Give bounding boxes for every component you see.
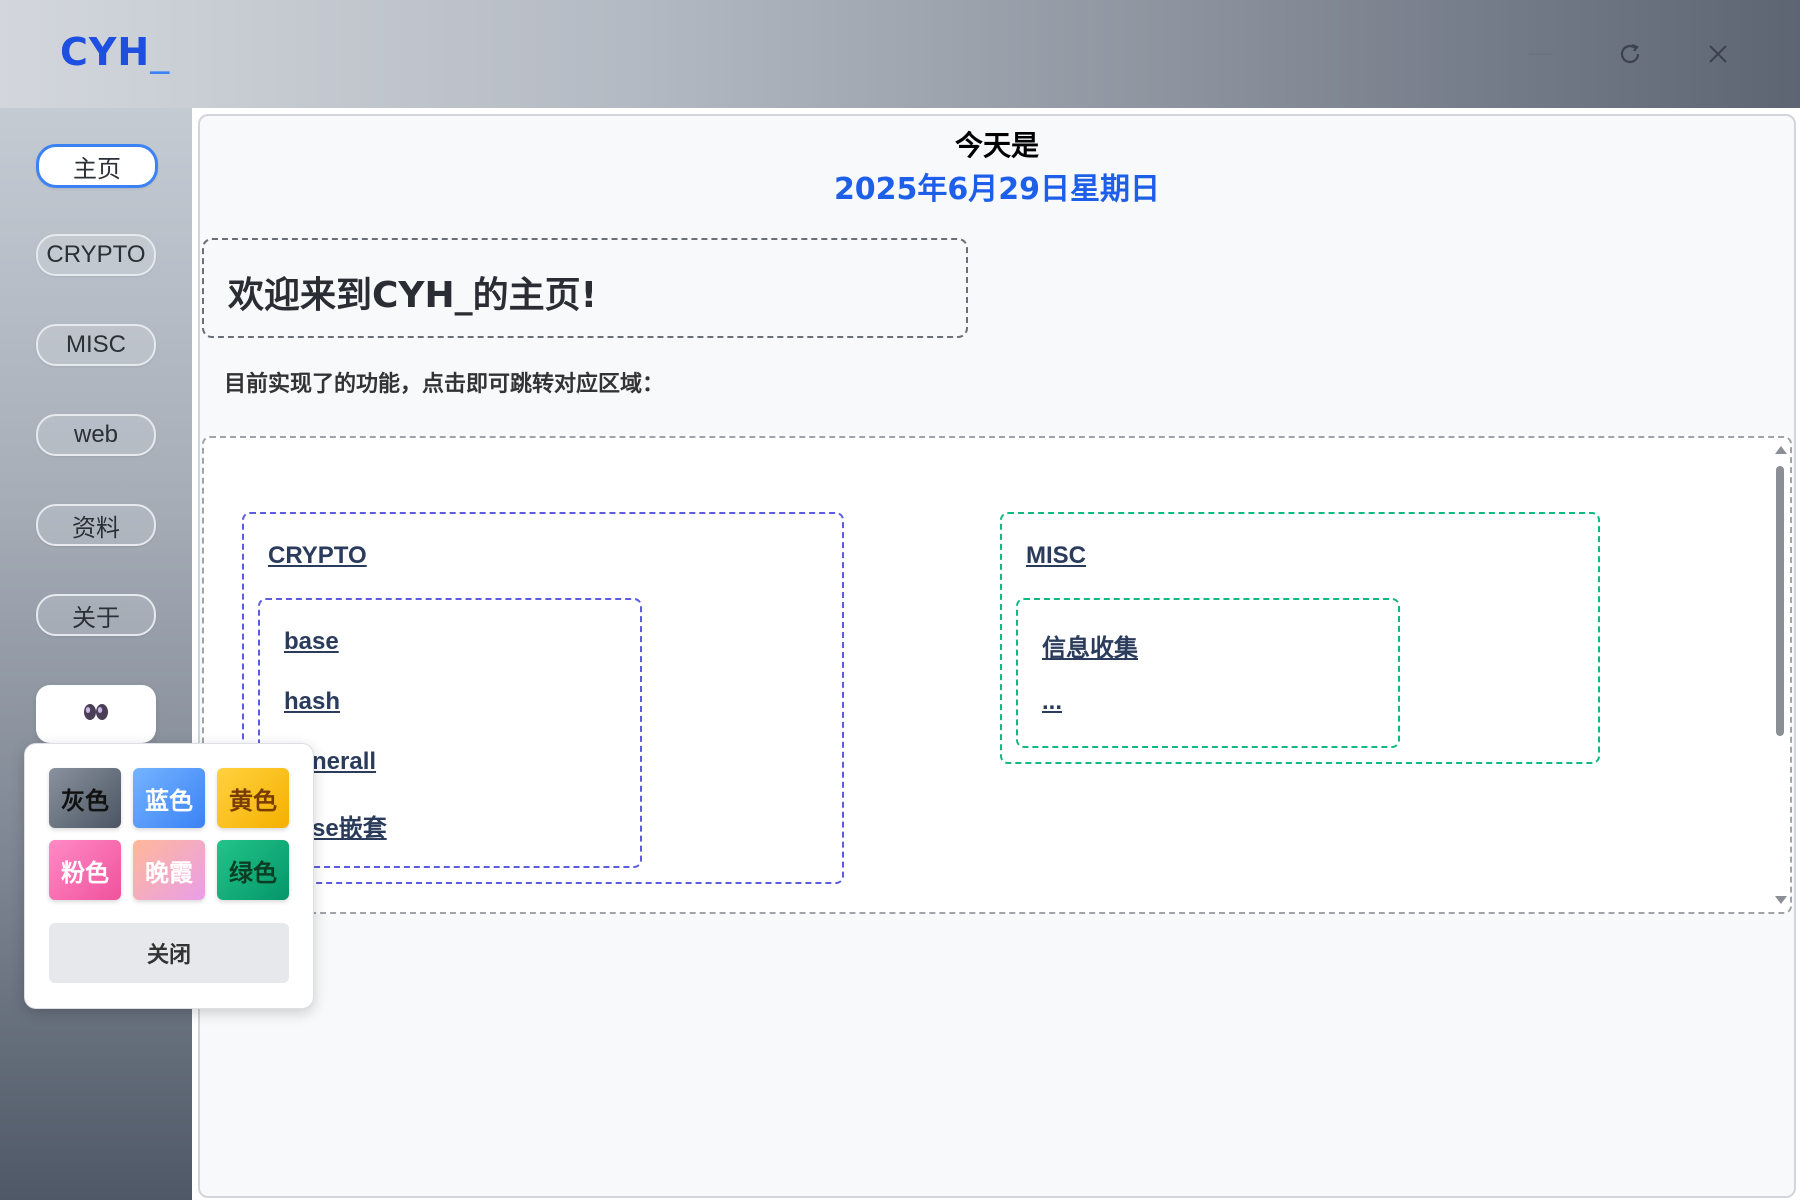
sidebar-item-label: CRYPTO (46, 241, 146, 268)
swatch-label: 绿色 (229, 858, 277, 887)
swatch-label: 晚霞 (145, 858, 193, 887)
refresh-icon (1617, 41, 1643, 67)
title-bar: CYH_ (0, 0, 1800, 108)
features-description: 目前实现了的功能，点击即可跳转对应区域： (224, 372, 665, 397)
category-misc: MISC 信息收集 ... (1000, 512, 1600, 764)
category-title-misc[interactable]: MISC (1026, 542, 1086, 570)
misc-links-box: 信息收集 ... (1016, 598, 1400, 748)
sidebar-item-label: 资料 (72, 514, 120, 542)
sidebar-item-misc[interactable]: MISC (36, 324, 156, 366)
scroll-down-arrow-icon[interactable] (1775, 896, 1787, 904)
link-hash[interactable]: hash (284, 688, 340, 716)
theme-swatch-sunset[interactable]: 晚霞 (133, 840, 205, 900)
sidebar-item-crypto[interactable]: CRYPTO (36, 234, 156, 276)
category-title-crypto[interactable]: CRYPTO (268, 542, 367, 570)
minimize-icon (1527, 40, 1555, 68)
swatch-label: 黄色 (229, 786, 277, 815)
app-window: CYH_ 主页 CRYPTO MISC web 资料 关于 灰色 蓝色 黄色 粉… (0, 0, 1800, 1200)
today-date: 2025年6月29日星期日 (833, 172, 1161, 207)
today-label: 今天是 (954, 129, 1039, 162)
theme-toggle-button[interactable] (36, 685, 156, 743)
sidebar-item-label: MISC (66, 331, 126, 358)
features-panel[interactable]: CRYPTO base hash generall base嵌套 MISC 信息… (202, 436, 1792, 914)
vertical-scrollbar[interactable] (1772, 442, 1788, 908)
sidebar-item-web[interactable]: web (36, 414, 156, 456)
scroll-up-arrow-icon[interactable] (1775, 446, 1787, 454)
theme-swatch-gray[interactable]: 灰色 (49, 768, 121, 828)
refresh-button[interactable] (1606, 30, 1654, 78)
theme-swatch-blue[interactable]: 蓝色 (133, 768, 205, 828)
swatch-label: 灰色 (61, 786, 109, 815)
link-more[interactable]: ... (1042, 688, 1062, 716)
theme-popup-close-button[interactable]: 关闭 (49, 923, 289, 983)
theme-swatch-pink[interactable]: 粉色 (49, 840, 121, 900)
logo-cursor: _ (150, 30, 171, 74)
theme-swatch-green[interactable]: 绿色 (217, 840, 289, 900)
theme-popup: 灰色 蓝色 黄色 粉色 晚霞 绿色 关闭 (24, 743, 314, 1009)
sidebar: 主页 CRYPTO MISC web 资料 关于 (0, 108, 192, 1200)
main-panel: 今天是 2025年6月29日星期日 欢迎来到CYH_的主页! 目前实现了的功能，… (198, 114, 1796, 1198)
close-button-label: 关闭 (146, 943, 191, 968)
category-crypto: CRYPTO base hash generall base嵌套 (242, 512, 844, 884)
scrollbar-thumb[interactable] (1776, 466, 1784, 736)
welcome-heading: 欢迎来到CYH_的主页! (228, 275, 598, 316)
close-icon (1707, 43, 1729, 65)
minimize-button[interactable] (1517, 30, 1565, 78)
app-logo[interactable]: CYH_ (60, 30, 170, 74)
sidebar-item-label: web (73, 421, 119, 448)
sidebar-item-home[interactable]: 主页 (36, 144, 158, 188)
sidebar-item-label: 关于 (72, 604, 120, 632)
logo-text: CYH (60, 30, 151, 74)
sidebar-item-about[interactable]: 关于 (36, 594, 156, 636)
link-info-gathering[interactable]: 信息收集 (1042, 628, 1138, 663)
sidebar-item-resources[interactable]: 资料 (36, 504, 156, 546)
eyes-icon (81, 702, 111, 727)
close-window-button[interactable] (1694, 30, 1742, 78)
welcome-card: 欢迎来到CYH_的主页! (202, 238, 968, 338)
swatch-label: 粉色 (61, 858, 109, 887)
sidebar-item-label: 主页 (73, 155, 121, 183)
crypto-links-box: base hash generall base嵌套 (258, 598, 642, 868)
theme-swatch-yellow[interactable]: 黄色 (217, 768, 289, 828)
swatch-label: 蓝色 (145, 786, 193, 815)
link-base[interactable]: base (284, 628, 339, 656)
